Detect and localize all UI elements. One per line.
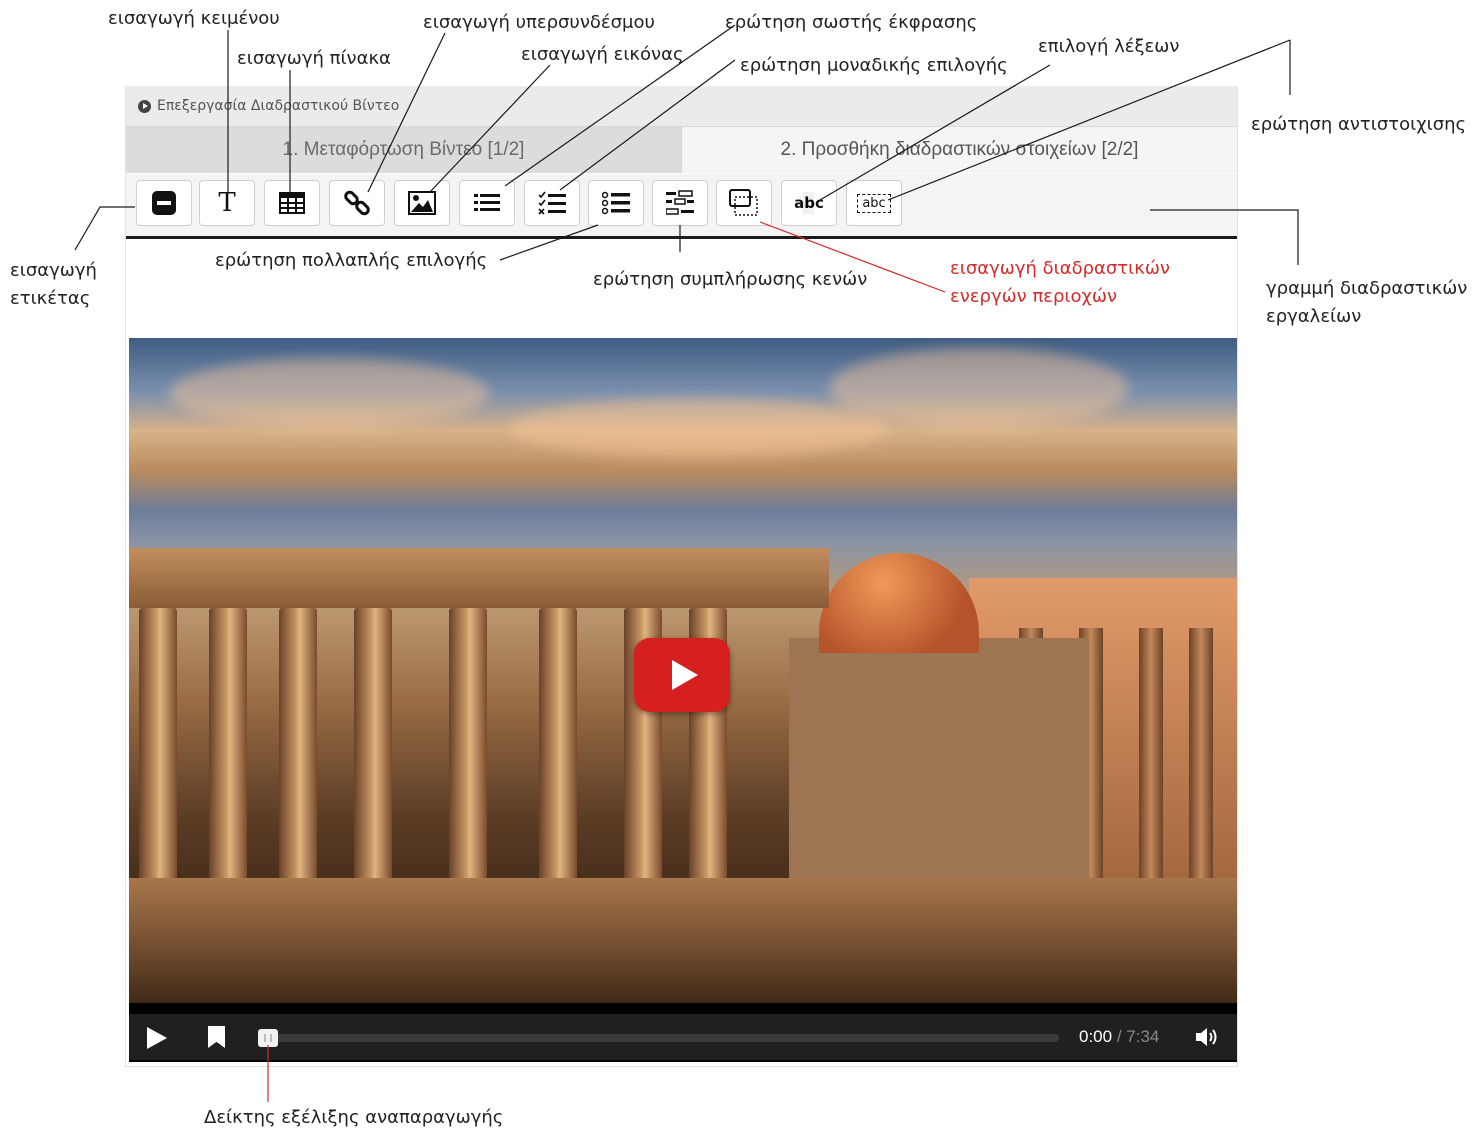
image-icon: [408, 191, 436, 215]
collapse-icon[interactable]: [138, 99, 151, 113]
annotation-word-selection: επιλογή λέξεων: [1038, 36, 1180, 57]
table-button[interactable]: [264, 180, 320, 226]
player-controls: 0:00 / 7:34: [129, 1014, 1237, 1060]
table-icon: [279, 192, 305, 214]
text-T-icon: T: [218, 188, 236, 218]
annotation-hotspots: εισαγωγή διαδραστικών ενεργών περιοχών: [950, 258, 1170, 307]
time-separator: /: [1112, 1027, 1127, 1046]
tab-add-interactions[interactable]: 2. Προσθήκη διαδραστικών στοιχείων [2/2]: [681, 127, 1237, 173]
interactions-toolbar: T abc: [126, 174, 1237, 239]
annotation-correct-expression: ερώτηση σωστής έκφρασης: [725, 12, 978, 33]
tab-upload-video[interactable]: 1. Μεταφόρτωση Βίντεο [1/2]: [126, 127, 681, 173]
annotation-insert-table: εισαγωγή πίνακα: [237, 48, 391, 69]
time-display: 0:00 / 7:34: [1079, 1027, 1159, 1047]
bookmark-icon[interactable]: [208, 1026, 225, 1048]
column: [1139, 628, 1163, 888]
annotation-insert-label: εισαγωγή ετικέτας: [10, 260, 97, 309]
annotation-insert-text: εισαγωγή κειμένου: [108, 8, 280, 29]
hotspot-icon: [729, 189, 758, 216]
bullet-list-icon: [602, 191, 630, 215]
panel-title: Επεξεργασία Διαδραστικού Βίντεο: [157, 98, 400, 114]
drag-text-button[interactable]: abc: [846, 180, 902, 226]
multiple-choice-button[interactable]: [524, 180, 580, 226]
hotspot-button[interactable]: [716, 180, 772, 226]
list-icon: [474, 194, 500, 211]
progress-bar[interactable]: [261, 1034, 1059, 1042]
annotation-progress-indicator: Δείκτης εξέλιξης αναπαραγωγής: [204, 1107, 504, 1128]
video-player[interactable]: 0:00 / 7:34: [129, 338, 1237, 1062]
cloud: [509, 398, 889, 458]
word-selection-button[interactable]: abc: [781, 180, 837, 226]
cloud: [169, 358, 489, 428]
play-button-large[interactable]: [634, 638, 730, 712]
annotation-insert-link: εισαγωγή υπερσυνδέσμου: [423, 12, 655, 33]
mark-words-button[interactable]: [588, 180, 644, 226]
abc-drag-icon: abc: [857, 193, 891, 213]
image-button[interactable]: [394, 180, 450, 226]
checklist-icon: [538, 191, 566, 215]
label-button[interactable]: [136, 180, 192, 226]
ground: [129, 878, 1237, 1003]
cloud: [829, 348, 1129, 428]
temple-entablature: [129, 548, 829, 608]
label-minus-icon: [152, 191, 176, 215]
duration: 7:34: [1126, 1027, 1160, 1046]
annotation-multiple-choice: ερώτηση πολλαπλής επιλογής: [215, 250, 488, 271]
annotation-matching-question: ερώτηση αντιστοιχισης: [1251, 114, 1467, 135]
single-choice-button[interactable]: [459, 180, 515, 226]
current-time: 0:00: [1079, 1027, 1113, 1046]
link-button[interactable]: [329, 180, 385, 226]
annotation-insert-image: εισαγωγή εικόνας: [521, 44, 684, 65]
link-icon: [344, 190, 370, 216]
text-button[interactable]: T: [199, 180, 255, 226]
mosque: [789, 638, 1089, 878]
annotation-fill-blanks: ερώτηση συμπλήρωσης κενών: [593, 269, 868, 290]
progress-handle[interactable]: [258, 1029, 278, 1047]
fill-blanks-button[interactable]: [652, 180, 708, 226]
panel-heading[interactable]: Επεξεργασία Διαδραστικού Βίντεο: [126, 86, 1237, 127]
column: [1189, 628, 1213, 888]
blanks-icon: [666, 190, 694, 215]
annotation-single-choice: ερώτηση μοναδικής επιλογής: [740, 55, 1008, 76]
play-icon[interactable]: [147, 1027, 167, 1049]
abc-select-icon: abc: [794, 192, 824, 214]
annotation-toolbar: γραμμή διαδραστικών εργαλείων: [1266, 278, 1468, 327]
video-frame[interactable]: [129, 338, 1237, 1003]
dome: [819, 553, 979, 653]
wizard-tabs: 1. Μεταφόρτωση Βίντεο [1/2] 2. Προσθήκη …: [126, 127, 1237, 173]
volume-icon[interactable]: [1195, 1026, 1221, 1048]
